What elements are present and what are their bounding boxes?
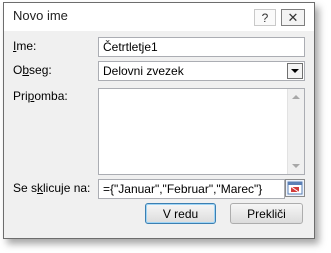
help-button[interactable]: ?: [254, 9, 276, 26]
ok-button[interactable]: V redu: [145, 203, 216, 224]
scope-dropdown-button[interactable]: [287, 63, 303, 79]
scope-select-value: Delovni zvezek: [103, 64, 184, 78]
dialog-title: Novo ime: [13, 8, 68, 23]
comment-textarea[interactable]: [98, 88, 305, 175]
cancel-button[interactable]: Prekliči: [230, 203, 303, 224]
collapse-dialog-button[interactable]: [285, 179, 305, 197]
title-bar: Novo ime ? ✕: [4, 3, 314, 31]
scope-label: Obseg:: [13, 63, 52, 77]
chevron-down-icon: [291, 69, 299, 73]
collapse-dialog-icon: [287, 181, 303, 195]
scroll-down-icon[interactable]: [292, 164, 300, 168]
close-icon: ✕: [287, 10, 299, 25]
scope-select[interactable]: Delovni zvezek: [98, 61, 305, 81]
close-button[interactable]: ✕: [281, 9, 305, 26]
help-icon: ?: [261, 10, 269, 25]
scroll-up-icon[interactable]: [292, 95, 300, 99]
comment-scrollbar[interactable]: [287, 89, 304, 174]
name-label: Ime:: [13, 39, 37, 53]
refers-to-input[interactable]: ={"Januar","Februar","Marec"}: [98, 179, 285, 199]
refers-to-label: Se sklicuje na:: [13, 181, 91, 195]
name-input[interactable]: Četrtletje1: [98, 37, 305, 57]
comment-label: Pripomba:: [13, 89, 68, 103]
new-name-dialog: Novo ime ? ✕ Ime: Četrtletje1 Obseg: Del…: [3, 2, 315, 239]
